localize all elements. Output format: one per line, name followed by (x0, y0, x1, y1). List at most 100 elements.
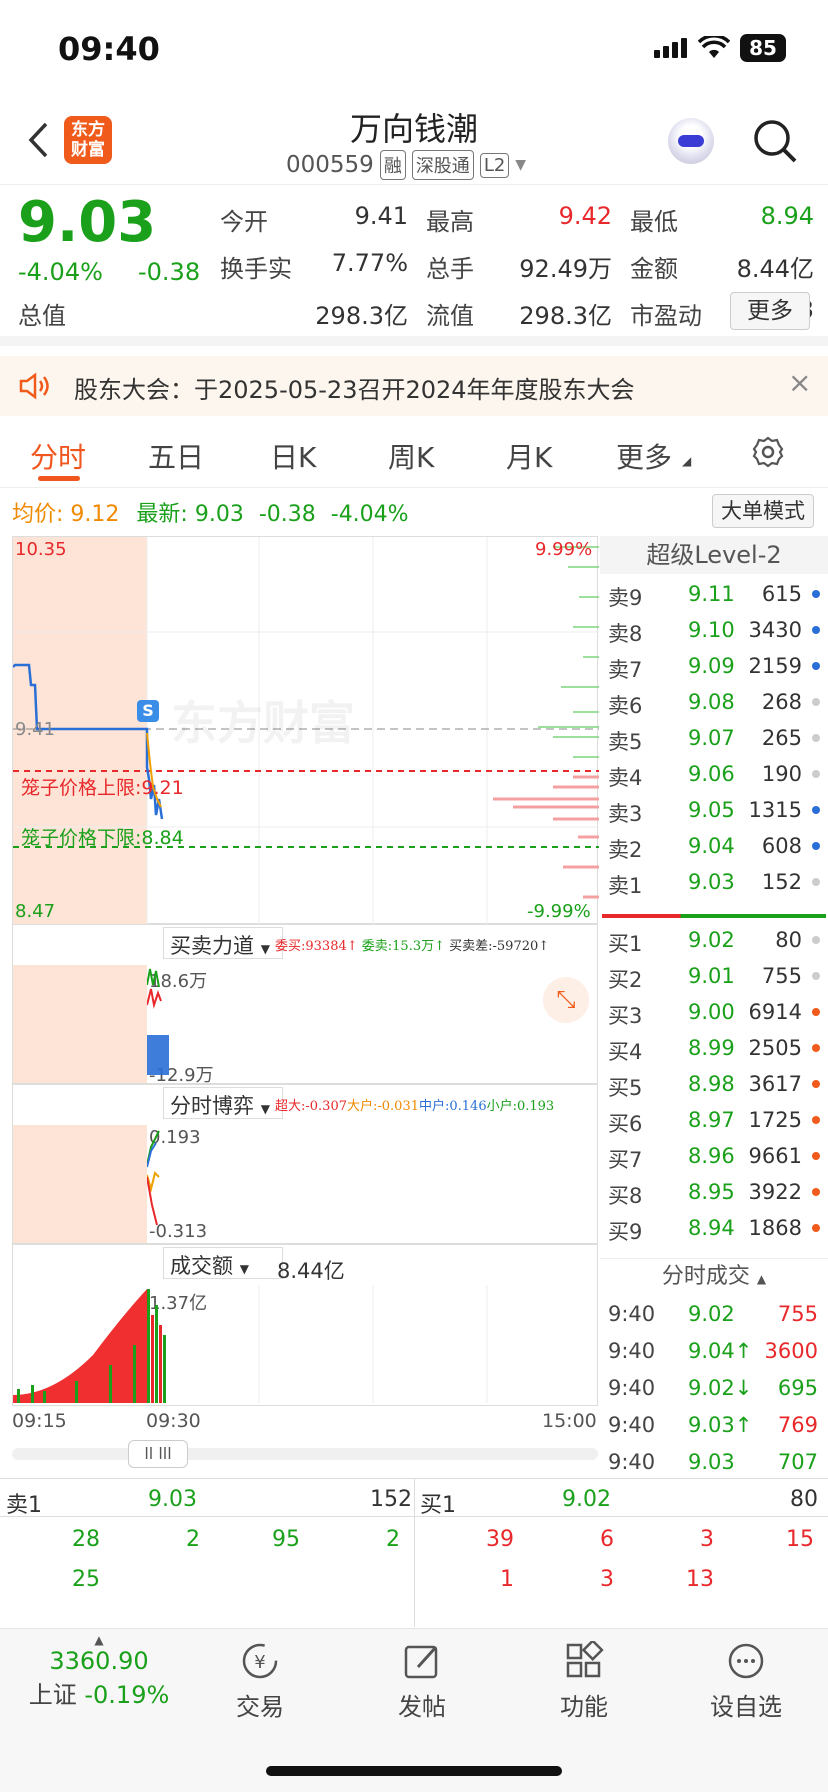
index-widget[interactable]: ▲ 3360.90 上证 -0.19% (24, 1633, 174, 1710)
search-icon[interactable] (752, 118, 798, 164)
bid-price: 9.01 (688, 964, 735, 988)
tab-intraday[interactable]: 分时 (30, 436, 86, 476)
trade-volume: 3600 (764, 1339, 818, 1363)
tab-monthly-k[interactable]: 月K (506, 436, 552, 476)
nav-trade-label: 交易 (236, 1693, 284, 1721)
bid-row[interactable]: 买2 9.01 755 (600, 958, 828, 994)
ask-row[interactable]: 卖1 9.03 152 (600, 864, 828, 900)
more-dots-icon (728, 1643, 764, 1679)
price-change: -0.38 (138, 258, 201, 286)
price-pct: -4.04% (18, 258, 103, 286)
bid-row[interactable]: 买5 8.98 3617 (600, 1066, 828, 1102)
quote-label: 流值 (426, 302, 474, 330)
panel2-bg (13, 1125, 147, 1243)
tab-5day[interactable]: 五日 (148, 436, 204, 476)
more-quote-button[interactable]: 更多 (730, 292, 810, 330)
chart-watermark: 东方财富 (171, 696, 355, 750)
quote-value: 298.3亿 (315, 302, 408, 330)
intraday-chart[interactable]: 东方财富 S 10.35 8.47 9.99% -9.99% 9.41 笼子价格… (12, 536, 599, 925)
ask-row[interactable]: 卖4 9.06 190 (600, 756, 828, 792)
ask1-price: 9.03 (148, 1487, 197, 1512)
queue-volume: 1 (500, 1567, 514, 1592)
ask-level: 卖2 (608, 838, 643, 862)
queue-volume: 15 (786, 1527, 814, 1552)
bid-row[interactable]: 买9 8.94 1868 (600, 1210, 828, 1246)
sell-signal-marker[interactable]: S (137, 700, 159, 722)
book-divider (602, 914, 826, 918)
ask-price: 9.11 (688, 582, 735, 606)
expand-icon[interactable]: ⤡ (543, 977, 589, 1023)
queue-volume: 95 (272, 1527, 300, 1552)
panel1-ask: 委卖:15.3万↑ (361, 939, 445, 954)
nav-watchlist[interactable]: 设自选 (706, 1641, 786, 1722)
ask-row[interactable]: 卖7 9.09 2159 (600, 648, 828, 684)
gear-icon[interactable] (752, 436, 784, 468)
close-icon[interactable]: × (788, 366, 811, 399)
bid-row[interactable]: 买8 8.95 3922 (600, 1174, 828, 1210)
panel1-lines (147, 968, 169, 1075)
bid-row[interactable]: 买1 9.02 80 (600, 922, 828, 958)
tab-daily-k[interactable]: 日K (270, 436, 316, 476)
chart-scrollbar[interactable] (12, 1448, 598, 1460)
ask-row[interactable]: 卖8 9.10 3430 (600, 612, 828, 648)
scroll-handle[interactable]: ll lll (128, 1440, 188, 1468)
nav-post[interactable]: 发帖 (392, 1641, 452, 1722)
ask-dot-icon (812, 626, 820, 634)
tab-weekly-k[interactable]: 周K (388, 436, 434, 476)
nav-functions[interactable]: 功能 (554, 1639, 614, 1722)
robot-avatar-icon[interactable] (668, 118, 714, 164)
panel1-bg (13, 965, 147, 1083)
ask-level: 卖4 (608, 766, 643, 790)
tab-more[interactable]: 更多 (616, 436, 672, 476)
quote-label: 总值 (18, 302, 66, 330)
avg-line-info: 均价: 9.12 最新: 9.03 -0.38 -4.04% (12, 496, 409, 528)
bid-row[interactable]: 买6 8.97 1725 (600, 1102, 828, 1138)
bid-price: 8.94 (688, 1216, 735, 1240)
queue-volume: 2 (186, 1527, 200, 1552)
bid-row[interactable]: 买4 8.99 2505 (600, 1030, 828, 1066)
panel2-title: 分时博弈 (170, 1094, 254, 1118)
ask-row[interactable]: 卖6 9.08 268 (600, 684, 828, 720)
stock-subtitle[interactable]: 000559 融 深股通 L2 ▼ (286, 150, 526, 180)
chart-tabs: 分时 五日 日K 周K 月K 更多 ◢ (0, 418, 828, 488)
ask-price: 9.03 (688, 870, 735, 894)
notice-bar[interactable]: 股东大会：于2025-05-23召开2024年年度股东大会 × (0, 356, 828, 416)
trades-header[interactable]: 分时成交 ▲ (600, 1258, 828, 1294)
nav-watchlist-label: 设自选 (710, 1693, 782, 1721)
bid-level: 买9 (608, 1220, 643, 1244)
level2-title[interactable]: 超级Level-2 (600, 536, 828, 574)
panel2-info: 超大:-0.307大户:-0.031中户:0.146小户:0.193 (275, 1095, 554, 1114)
x-label-open: 09:30 (146, 1410, 201, 1432)
quote-value: 7.77% (331, 249, 408, 277)
latest-change: -0.38 (258, 502, 316, 527)
ask-dot-icon (812, 662, 820, 670)
queue-volume: 25 (72, 1567, 100, 1592)
ask-row[interactable]: 卖9 9.11 615 (600, 576, 828, 612)
bid-dot-icon (812, 1152, 820, 1160)
bid-volume: 755 (761, 964, 802, 988)
ask-volume: 3430 (748, 618, 802, 642)
bid-row[interactable]: 买3 9.00 6914 (600, 994, 828, 1030)
big-order-mode-button[interactable]: 大单模式 (712, 494, 814, 528)
bid-price: 8.99 (688, 1036, 735, 1060)
ask-row[interactable]: 卖3 9.05 1315 (600, 792, 828, 828)
panel3-selector[interactable]: 成交额 ▼ (163, 1247, 283, 1279)
quote-label: 最低 (630, 208, 678, 236)
nav-trade[interactable]: ¥ 交易 (230, 1641, 290, 1722)
bid-price: 9.00 (688, 1000, 735, 1024)
panel-buy-sell-force: 买卖力道 ▼ 委买:93384↑ 委卖:15.3万↑ 买卖差:-59720↑ 1… (12, 924, 598, 1086)
ask-row[interactable]: 卖5 9.07 265 (600, 720, 828, 756)
bid-price: 8.96 (688, 1144, 735, 1168)
trade-row: 9:40 9.02↓ 695 (600, 1370, 828, 1406)
panel-turnover: 成交额 ▼ 8.44亿 1.37亿 (12, 1244, 598, 1406)
panel2-selector[interactable]: 分时博弈 ▼ (163, 1087, 283, 1119)
panel1-selector[interactable]: 买卖力道 ▼ (163, 927, 283, 959)
bid-row[interactable]: 买7 8.96 9661 (600, 1138, 828, 1174)
ask-price: 9.06 (688, 762, 735, 786)
bid-level: 买1 (608, 932, 643, 956)
ask-level: 卖5 (608, 730, 643, 754)
ask-row[interactable]: 卖2 9.04 608 (600, 828, 828, 864)
index-line: 上证 -0.19% (24, 1675, 174, 1710)
bid1-volume: 80 (790, 1487, 818, 1512)
queue-volume: 13 (686, 1567, 714, 1592)
